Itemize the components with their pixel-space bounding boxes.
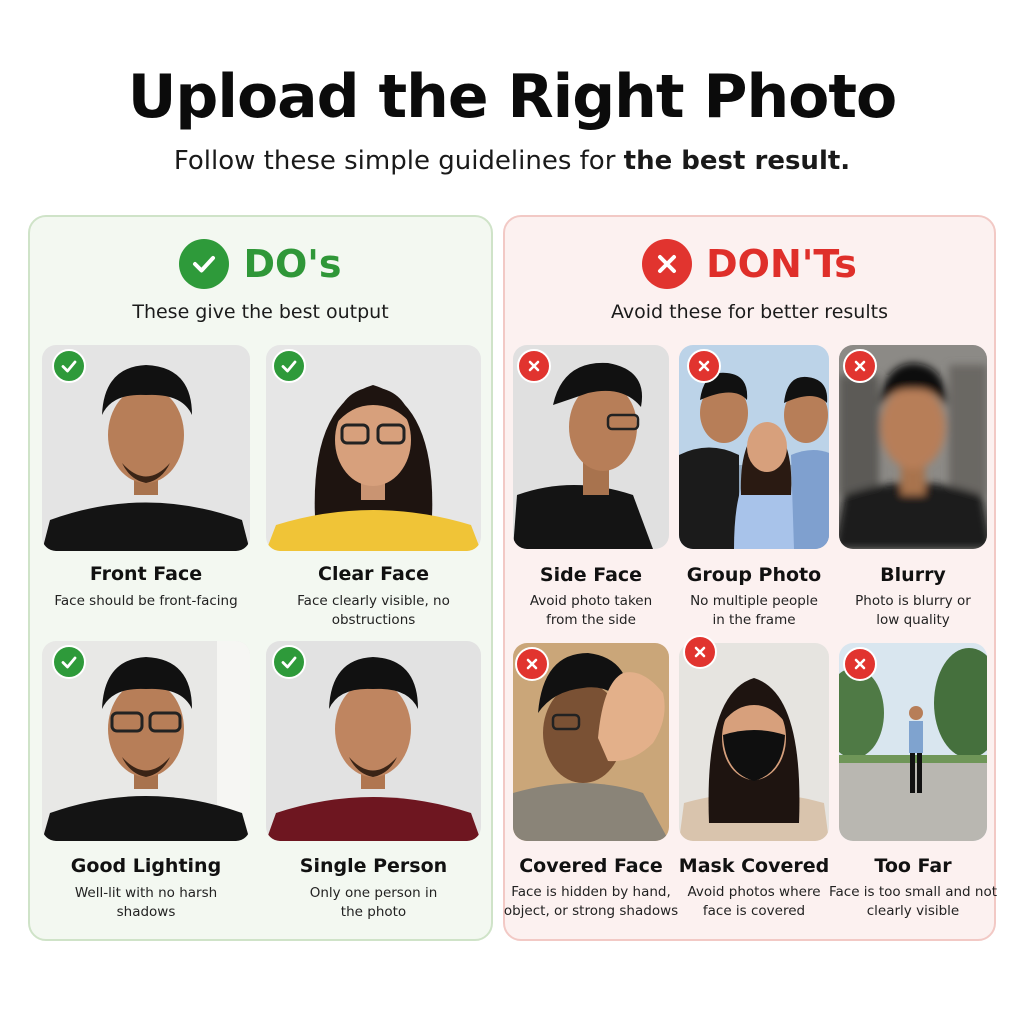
card-description: Only one person in the photo — [309, 885, 438, 920]
check-circle-icon — [179, 239, 230, 289]
page-title: Upload the Right Photo — [127, 62, 898, 132]
card-title: Good Lighting — [70, 855, 222, 877]
x-badge-icon — [843, 349, 877, 383]
card-title: Side Face — [539, 564, 643, 586]
mask-covered-photo — [679, 643, 829, 841]
donts-panel: DON'Ts Avoid these for better results Si… — [503, 215, 997, 941]
check-badge-icon — [272, 349, 306, 383]
card-description: Well-lit with no harsh shadows — [74, 885, 218, 920]
x-badge-icon — [517, 349, 551, 383]
card-title: Covered Face — [519, 855, 663, 877]
dos-panel: DO's These give the best output Front Fa… — [28, 215, 493, 941]
x-badge-icon — [683, 635, 717, 669]
check-badge-icon — [52, 349, 86, 383]
do-card-single-person: Single Person Only one person in the pho… — [266, 641, 481, 931]
check-badge-icon — [272, 645, 306, 679]
card-description: Face is hidden by hand, object, or stron… — [503, 884, 679, 919]
x-circle-icon — [642, 239, 693, 289]
card-title: Group Photo — [686, 564, 822, 586]
x-badge-icon — [515, 647, 549, 681]
card-title: Blurry — [880, 564, 946, 586]
card-description: No multiple people in the frame — [690, 593, 818, 628]
dos-title: DO's — [243, 242, 342, 286]
card-description: Face clearly visible, no obstructions — [297, 593, 450, 628]
card-title: Too Far — [874, 855, 952, 877]
do-card-good-lighting: Good Lighting Well-lit with no harsh sha… — [42, 641, 250, 931]
check-badge-icon — [52, 645, 86, 679]
card-description: Avoid photo taken from the side — [529, 593, 653, 628]
card-title: Front Face — [89, 563, 203, 585]
dont-card-side-face: Side Face Avoid photo taken from the sid… — [513, 345, 669, 628]
dont-card-blurry: Blurry Photo is blurry or low quality — [839, 345, 987, 628]
donts-header: DON'Ts — [505, 239, 994, 289]
dos-header: DO's — [30, 239, 491, 289]
x-badge-icon — [687, 349, 721, 383]
donts-subtitle: Avoid these for better results — [611, 301, 888, 323]
do-card-clear-face: Clear Face Face clearly visible, no obst… — [266, 345, 481, 628]
dont-card-covered-face: Covered Face Face is hidden by hand, obj… — [504, 643, 678, 933]
card-description: Photo is blurry or low quality — [855, 593, 971, 628]
donts-title: DON'Ts — [706, 242, 857, 286]
card-description: Face is too small and not clearly visibl… — [828, 884, 998, 919]
dont-card-too-far: Too Far Face is too small and not clearl… — [829, 643, 997, 933]
card-description: Face should be front-facing — [54, 593, 238, 609]
subtitle-emphasis: the best result. — [623, 146, 851, 176]
do-card-front-face: Front Face Face should be front-facing — [42, 345, 250, 625]
card-title: Mask Covered — [678, 855, 830, 877]
dos-subtitle: These give the best output — [132, 301, 389, 323]
card-description: Avoid photos where face is covered — [687, 884, 821, 919]
dont-card-group-photo: Group Photo No multiple people in the fr… — [679, 345, 829, 628]
subtitle-text: Follow these simple guidelines for — [173, 146, 624, 176]
card-title: Clear Face — [318, 563, 429, 585]
dont-card-mask-covered: Mask Covered Avoid photos where face is … — [679, 635, 829, 933]
page-subtitle: Follow these simple guidelines for the b… — [0, 146, 1024, 176]
x-badge-icon — [843, 647, 877, 681]
card-title: Single Person — [299, 855, 448, 877]
